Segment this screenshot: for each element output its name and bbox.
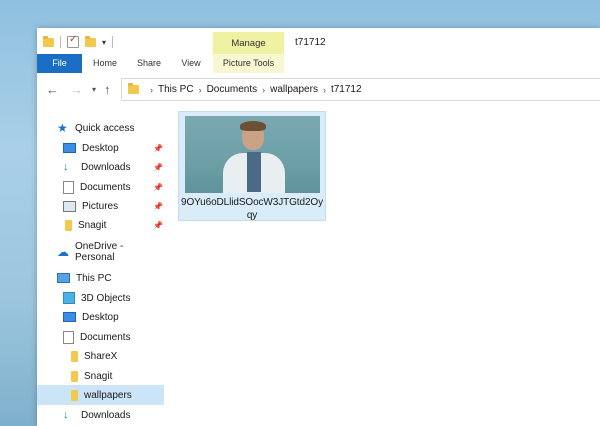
file-tile[interactable]: 9OYu6oDLlidSOocW3JTGtd2Oyqy [178,111,326,221]
nav-label: Pictures [82,200,119,212]
computer-icon [57,273,70,283]
nav-onedrive[interactable]: ☁ OneDrive - Personal [37,241,164,263]
nav-pictures-pinned[interactable]: Pictures 📌 [37,196,164,216]
recent-locations-chevron-icon[interactable]: ▾ [92,85,96,94]
tab-home[interactable]: Home [87,54,123,73]
chevron-right-icon[interactable]: › [262,85,265,95]
nav-label: Desktop [82,142,119,154]
address-bar-row: ← → ▾ ↑ › This PC › Documents › wallpape… [37,73,600,105]
nav-wallpapers[interactable]: wallpapers [37,385,164,405]
folder-icon [65,219,72,231]
nav-label: Downloads [81,409,131,421]
pin-icon: 📌 [153,182,163,192]
nav-label: This PC [76,272,112,284]
download-icon: ↓ [63,160,69,173]
forward-arrow-icon[interactable]: → [70,82,83,97]
divider [112,36,114,48]
chevron-right-icon[interactable]: › [323,85,326,95]
chevron-right-icon[interactable]: › [199,85,202,95]
properties-icon[interactable] [67,34,79,48]
pin-icon: 📌 [153,220,163,230]
nav-this-pc[interactable]: This PC [37,268,164,288]
nav-label: ShareX [84,350,118,362]
nav-label: Documents [80,181,131,193]
3d-objects-icon [63,292,75,304]
ribbon-tabs: File Home Share View Picture Tools [37,54,600,74]
folder-icon [71,350,78,362]
customize-toolbar-icon[interactable]: ▾ [102,38,106,47]
cloud-icon: ☁ [57,244,69,259]
nav-label: 3D Objects [81,292,131,304]
nav-documents-pinned[interactable]: Documents 📌 [37,177,164,197]
nav-label: Documents [80,331,131,343]
explorer-window: ▾ Manage t71712 File Home Share View Pic… [37,28,600,426]
nav-desktop-pinned[interactable]: Desktop 📌 [37,138,164,158]
manage-tab[interactable]: Manage [213,32,284,54]
documents-icon [63,330,74,344]
nav-label: Snagit [78,219,107,231]
nav-downloads-pinned[interactable]: ↓ Downloads 📌 [37,157,164,177]
folder-icon [43,35,54,47]
nav-3d-objects[interactable]: 3D Objects [37,288,164,308]
breadcrumb-wallpapers[interactable]: wallpapers [270,84,318,95]
tab-picture-tools[interactable]: Picture Tools [213,54,284,73]
quick-access-toolbar: ▾ [43,34,114,48]
chevron-right-icon[interactable]: › [150,85,153,95]
breadcrumb-documents[interactable]: Documents [207,84,258,95]
pictures-icon [63,200,76,212]
nav-sharex[interactable]: ShareX [37,346,164,366]
breadcrumb-t71712[interactable]: t71712 [331,84,362,95]
nav-label: OneDrive - Personal [75,241,124,263]
nav-desktop[interactable]: Desktop [37,307,164,327]
nav-quick-access[interactable]: ★ Quick access [37,118,164,138]
documents-icon [63,180,74,194]
thumbnail-figure-hair [240,121,266,131]
pin-icon: 📌 [153,143,163,153]
nav-documents[interactable]: Documents [37,327,164,347]
window-title: t71712 [295,37,326,48]
nav-label: Quick access [75,122,135,134]
nav-downloads[interactable]: ↓ Downloads [37,405,164,425]
image-thumbnail [185,116,320,193]
nav-label: Desktop [82,311,119,323]
download-icon: ↓ [63,408,69,421]
nav-label: Downloads [81,161,131,173]
back-arrow-icon[interactable]: ← [46,82,59,97]
nav-label: Snagit [84,370,113,382]
divider [60,36,61,48]
nav-label: wallpapers [84,389,132,401]
file-name: 9OYu6oDLlidSOocW3JTGtd2Oyqy [180,197,323,221]
address-box[interactable]: › This PC › Documents › wallpapers › t71… [121,78,600,101]
thumbnail-figure-shirt [247,152,261,192]
file-list-pane: 9OYu6oDLlidSOocW3JTGtd2Oyqy [164,105,600,426]
star-icon: ★ [57,120,68,135]
up-arrow-icon[interactable]: ↑ [104,82,111,97]
tab-file[interactable]: File [37,54,82,73]
nav-snagit-pinned[interactable]: Snagit 📌 [37,215,164,235]
desktop-icon [63,312,76,322]
new-folder-icon[interactable] [85,35,96,47]
breadcrumb-this-pc[interactable]: This PC [158,84,194,95]
pin-icon: 📌 [153,162,163,172]
title-bar: ▾ Manage t71712 [37,28,600,54]
folder-icon [71,370,78,382]
folder-icon [71,389,78,401]
navigation-pane: ★ Quick access Desktop 📌 ↓ Downloads 📌 D… [37,105,164,426]
desktop-icon [63,143,76,153]
pin-icon: 📌 [153,201,163,211]
nav-snagit[interactable]: Snagit [37,366,164,386]
tab-share[interactable]: Share [131,54,167,73]
tab-view[interactable]: View [174,54,208,73]
folder-icon [128,83,139,94]
